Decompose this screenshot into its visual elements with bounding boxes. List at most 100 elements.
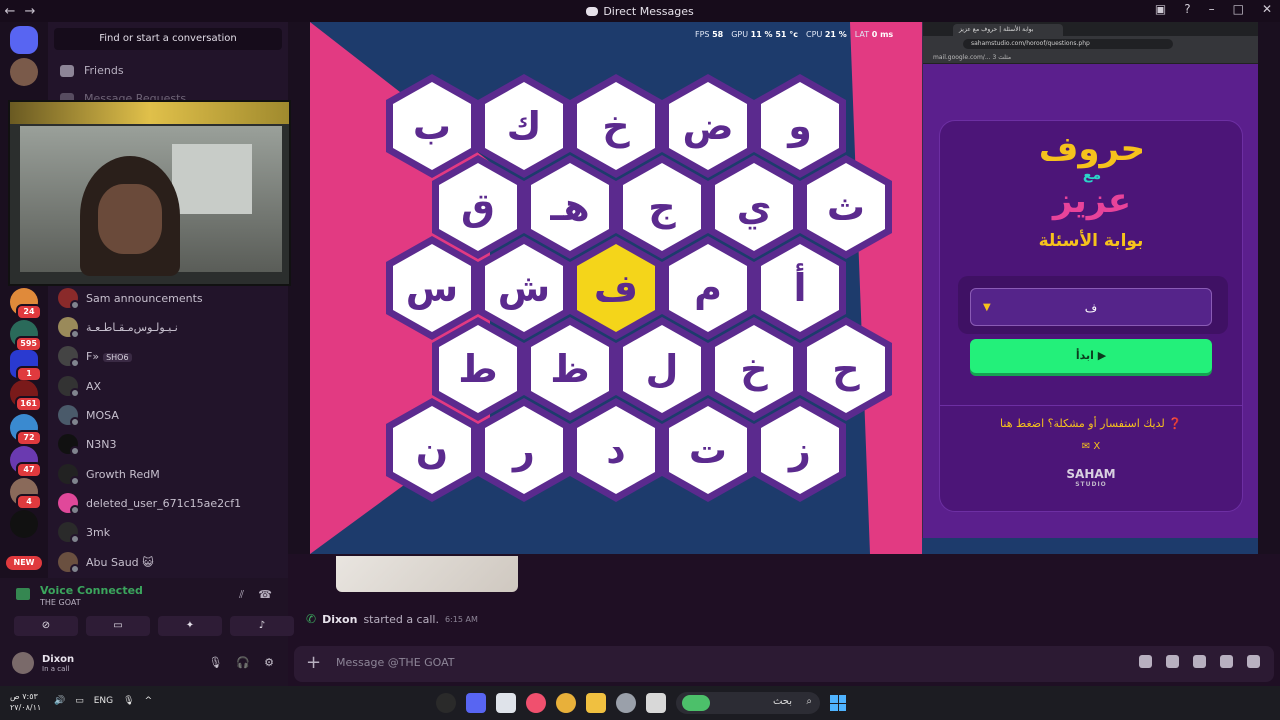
gift-icon[interactable] bbox=[1139, 655, 1152, 668]
phone-icon: ✆ bbox=[306, 612, 317, 626]
discord-home-icon[interactable] bbox=[10, 26, 38, 54]
hex-letter: ج bbox=[623, 163, 701, 251]
apps-icon[interactable] bbox=[1247, 655, 1260, 668]
system-clock[interactable]: ٧:٥٣ ص ٢٧/٠٨/١١ bbox=[10, 691, 41, 713]
hex-letter: أ bbox=[761, 244, 839, 332]
volume-icon[interactable]: 🔊 bbox=[54, 696, 65, 706]
letter-select[interactable]: ▼ ف bbox=[970, 288, 1212, 326]
windows-start-icon[interactable] bbox=[830, 695, 846, 711]
hex-letter: ق bbox=[439, 163, 517, 251]
minimize-button[interactable]: – bbox=[1209, 2, 1215, 16]
browser-page: حروف مع عزيز بوابة الأسئلة ▼ ف ابدأ ▶ لد… bbox=[923, 64, 1258, 538]
settings-icon[interactable] bbox=[616, 693, 636, 713]
task-view-icon[interactable] bbox=[646, 693, 666, 713]
browser-tab[interactable]: بوابة الأسئلة | حروف مع عزيز bbox=[953, 24, 1063, 36]
noise-suppression-icon[interactable]: ⫽ bbox=[239, 588, 244, 602]
emoji-icon[interactable] bbox=[1220, 655, 1233, 668]
hex-letter: ت bbox=[669, 406, 747, 494]
mic-tray-icon[interactable]: 🎙 bbox=[123, 696, 134, 706]
social-links[interactable]: ✉ X bbox=[940, 441, 1242, 452]
microphone-icon[interactable]: 🎙 bbox=[208, 656, 222, 669]
webcam-overlay bbox=[8, 100, 291, 286]
user-panel[interactable]: Dixon In a call bbox=[12, 652, 74, 674]
find-conversation-button[interactable]: Find or start a conversation bbox=[54, 28, 282, 50]
unread-badge: 161 bbox=[15, 396, 42, 412]
server-icon[interactable] bbox=[10, 510, 38, 538]
chrome-icon[interactable] bbox=[556, 693, 576, 713]
inbox-icon[interactable]: ▣ bbox=[1155, 2, 1166, 16]
server-icon[interactable]: 161 bbox=[10, 380, 42, 412]
dm-item[interactable]: Growth RedM bbox=[58, 460, 284, 488]
start-button[interactable]: ابدأ ▶ bbox=[970, 339, 1212, 373]
dm-item[interactable]: Sam announcements bbox=[58, 284, 284, 312]
server-icon[interactable]: 72 bbox=[10, 414, 42, 446]
close-button[interactable]: ✕ bbox=[1262, 2, 1272, 16]
window-title: Direct Messages bbox=[0, 5, 1280, 18]
avatar bbox=[58, 522, 80, 544]
screen-share-button[interactable]: ▭ bbox=[86, 616, 150, 636]
chat-area: ✆ Dixon started a call. 6:15 AM + Messag… bbox=[288, 554, 1280, 686]
display-icon[interactable]: ▭ bbox=[75, 696, 84, 706]
hex-letter: ب bbox=[393, 82, 471, 170]
server-icon[interactable] bbox=[10, 58, 38, 86]
unread-badge: 4 bbox=[16, 494, 42, 510]
avatar bbox=[12, 652, 34, 674]
dm-item[interactable]: deleted_user_671c15ae2cf1 bbox=[58, 489, 284, 517]
hex-letter: ن bbox=[393, 406, 471, 494]
call-system-message: ✆ Dixon started a call. 6:15 AM bbox=[306, 612, 478, 626]
activities-button[interactable]: ✦ bbox=[158, 616, 222, 636]
hex-letter: ظ bbox=[531, 325, 609, 413]
gif-icon[interactable] bbox=[1166, 655, 1179, 668]
window-icon[interactable] bbox=[496, 693, 516, 713]
dm-item[interactable]: MOSA bbox=[58, 401, 284, 429]
hex-letter: ث bbox=[807, 163, 885, 251]
friends-nav-item[interactable]: Friends bbox=[60, 64, 124, 77]
dm-item[interactable]: مـقـاطـعـة‎نـيـولـوس bbox=[58, 313, 284, 341]
add-attachment-icon[interactable]: + bbox=[306, 652, 321, 673]
server-icon[interactable]: 24 bbox=[10, 288, 42, 320]
dm-item[interactable]: 3mk bbox=[58, 518, 284, 546]
discord-taskbar-icon[interactable] bbox=[466, 693, 486, 713]
help-icon[interactable]: ? bbox=[1184, 2, 1190, 16]
dm-item[interactable]: AX bbox=[58, 372, 284, 400]
hex-letter: س bbox=[393, 244, 471, 332]
camera-off-button[interactable]: ⊘ bbox=[14, 616, 78, 636]
disconnect-icon[interactable]: ☎ bbox=[258, 588, 272, 601]
music-icon[interactable] bbox=[526, 693, 546, 713]
screen-share-stream[interactable]: FPS 58 GPU 11 % 51 °c CPU 21 % LAT 0 ms … bbox=[310, 22, 1258, 554]
server-icon[interactable]: 47 bbox=[10, 446, 42, 478]
avatar bbox=[58, 434, 80, 456]
language-indicator[interactable]: ENG bbox=[94, 696, 113, 706]
taskbar-search[interactable]: بحث ⌕ bbox=[676, 692, 820, 714]
folder-icon[interactable] bbox=[586, 693, 606, 713]
dm-item[interactable]: N3N3 bbox=[58, 430, 284, 458]
hex-letter: ك bbox=[485, 82, 563, 170]
address-bar[interactable]: sahamstudio.com/horoof/questions.php bbox=[963, 39, 1173, 49]
soundboard-button[interactable]: ♪ bbox=[230, 616, 294, 636]
unread-badge: 72 bbox=[16, 430, 42, 446]
hex-letter: ر bbox=[485, 406, 563, 494]
server-icon[interactable]: 595 bbox=[10, 320, 42, 352]
hex-letter: ط bbox=[439, 325, 517, 413]
hex-letter: ل bbox=[623, 325, 701, 413]
voice-channel[interactable]: THE GOAT bbox=[40, 598, 81, 607]
avatar bbox=[58, 493, 80, 515]
hex-letter: ح bbox=[807, 325, 885, 413]
server-icon[interactable]: 1 bbox=[10, 350, 42, 382]
gear-icon[interactable]: ⚙ bbox=[264, 656, 274, 669]
help-link[interactable]: لديك استفسار أو مشكلة؟ اضغط هنا ❓ bbox=[940, 417, 1242, 430]
image-attachment[interactable] bbox=[336, 556, 518, 592]
signal-icon[interactable] bbox=[16, 588, 30, 600]
chevron-up-icon[interactable]: ^ bbox=[145, 696, 153, 706]
dm-item[interactable]: Abu Saud 😺 bbox=[58, 548, 284, 576]
maximize-button[interactable]: □ bbox=[1233, 2, 1244, 16]
hex-letter: خ bbox=[577, 82, 655, 170]
headphones-icon[interactable]: 🎧 bbox=[236, 656, 250, 669]
message-input[interactable]: Message @THE GOAT bbox=[336, 656, 455, 669]
dm-item[interactable]: F» SHO6 bbox=[58, 342, 284, 370]
sticker-icon[interactable] bbox=[1193, 655, 1206, 668]
obs-icon[interactable] bbox=[436, 693, 456, 713]
server-icon[interactable]: 4 bbox=[10, 478, 42, 510]
new-badge[interactable]: NEW bbox=[6, 556, 42, 570]
hex-letter: ض bbox=[669, 82, 747, 170]
